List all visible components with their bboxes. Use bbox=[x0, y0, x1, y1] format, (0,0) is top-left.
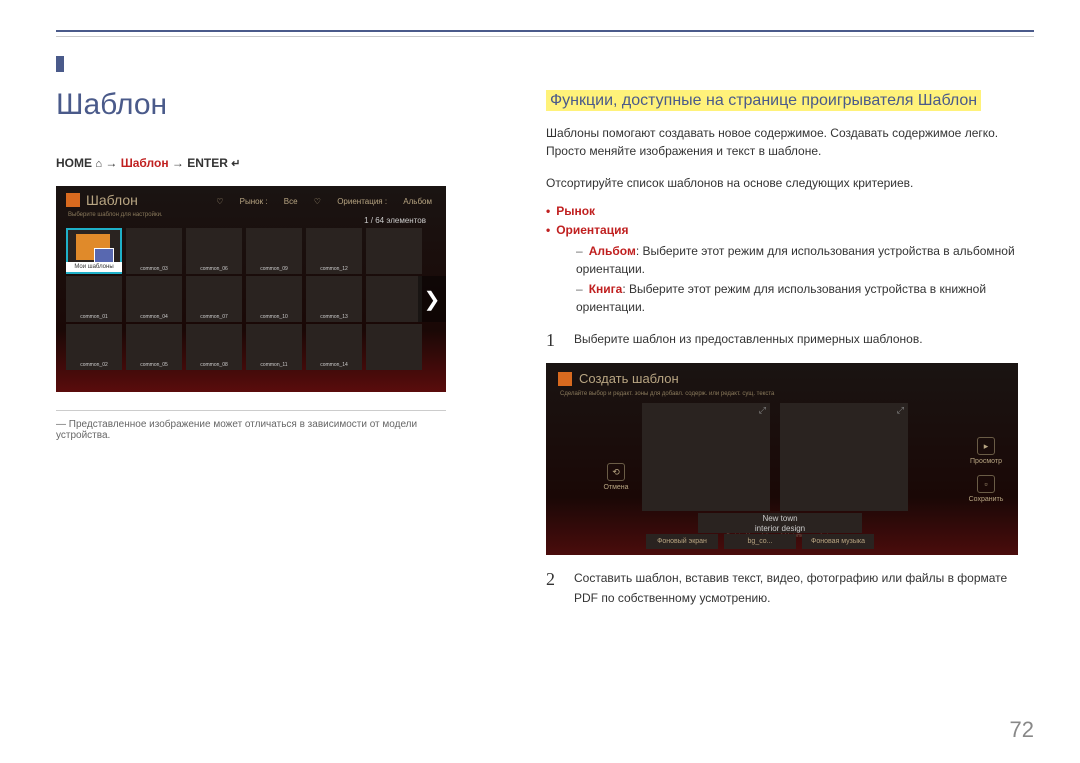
cancel-button[interactable]: ⟲ Отмена bbox=[596, 463, 636, 491]
bottom-tabs: Фоновый экран bg_co... Фоновая музыка bbox=[646, 534, 874, 549]
text-content-box[interactable]: New town interior design bbox=[698, 513, 862, 533]
template-tile[interactable]: common_02 bbox=[66, 324, 122, 370]
template-tile[interactable] bbox=[366, 228, 422, 274]
template-tile[interactable]: common_07 bbox=[186, 276, 242, 322]
template-tile[interactable]: common_01 bbox=[66, 276, 122, 322]
template-tile[interactable]: common_10 bbox=[246, 276, 302, 322]
tab-bg-co[interactable]: bg_co... bbox=[724, 534, 796, 549]
divider bbox=[56, 410, 446, 411]
template-tile[interactable]: common_08 bbox=[186, 324, 242, 370]
cancel-icon: ⟲ bbox=[607, 463, 625, 481]
enter-icon: ↵ bbox=[231, 157, 240, 170]
template-icon bbox=[558, 372, 572, 386]
save-button[interactable]: ▫ Сохранить bbox=[966, 475, 1006, 503]
play-icon: ▸ bbox=[977, 437, 995, 455]
step-number-1: 1 bbox=[546, 330, 560, 351]
section-title: Шаблон bbox=[56, 88, 446, 122]
ss1-title: Шаблон bbox=[86, 192, 138, 208]
content-panel[interactable] bbox=[642, 403, 770, 511]
breadcrumb-enter: ENTER bbox=[187, 156, 228, 170]
step-text-2: Составить шаблон, вставив текст, видео, … bbox=[574, 569, 1018, 607]
sub-bullet-album: ‒Альбом: Выберите этот режим для использ… bbox=[576, 242, 1018, 278]
ss1-subtitle: Выберите шаблон для настройки. bbox=[68, 212, 163, 218]
top-border bbox=[56, 30, 1034, 32]
ss2-subtitle: Сделайте выбор и редакт. зоны для добавл… bbox=[560, 391, 774, 397]
template-tile[interactable]: common_05 bbox=[126, 324, 182, 370]
bullet-market: Рынок bbox=[556, 204, 595, 218]
template-tile[interactable]: common_14 bbox=[306, 324, 362, 370]
template-tile[interactable]: common_13 bbox=[306, 276, 362, 322]
template-tile[interactable]: common_06 bbox=[186, 228, 242, 274]
template-tile[interactable]: common_12 bbox=[306, 228, 362, 274]
template-icon bbox=[66, 193, 80, 207]
ss1-filters: ♡ Рынок : Все ♡ Ориентация : Альбом bbox=[202, 197, 432, 206]
template-tile[interactable] bbox=[366, 324, 422, 370]
right-column: Функции, доступные на странице проигрыва… bbox=[546, 92, 1018, 620]
template-grid: Мои шаблоны common_03 common_06 common_0… bbox=[66, 228, 422, 370]
preview-button[interactable]: ▸ Просмотр bbox=[966, 437, 1006, 465]
ss1-counter: 1 / 64 элементов bbox=[364, 216, 426, 225]
step-number-2: 2 bbox=[546, 569, 560, 607]
save-icon: ▫ bbox=[977, 475, 995, 493]
breadcrumb-item: Шаблон bbox=[121, 156, 169, 170]
scroll-right-button[interactable]: ❯ bbox=[418, 276, 446, 322]
chapter-marker bbox=[56, 56, 64, 72]
ss2-title: Создать шаблон bbox=[579, 371, 679, 386]
content-panel[interactable] bbox=[780, 403, 908, 511]
template-tile[interactable]: common_09 bbox=[246, 228, 302, 274]
criteria-list: •Рынок •Ориентация ‒Альбом: Выберите это… bbox=[546, 202, 1018, 316]
tab-bg-music[interactable]: Фоновая музыка bbox=[802, 534, 874, 549]
top-line bbox=[56, 36, 1034, 37]
sub-bullet-book: ‒Книга: Выберите этот режим для использо… bbox=[576, 280, 1018, 316]
template-grid-screenshot: Шаблон Выберите шаблон для настройки. ♡ … bbox=[56, 186, 446, 392]
left-column: Шаблон HOME ⌂ → Шаблон → ENTER ↵ Шаблон … bbox=[56, 88, 446, 441]
template-tile[interactable]: common_03 bbox=[126, 228, 182, 274]
folder-icon bbox=[76, 234, 110, 260]
subsection-title: Функции, доступные на странице проигрыва… bbox=[546, 90, 981, 111]
intro-text: Шаблоны помогают создавать новое содержи… bbox=[546, 124, 1018, 160]
breadcrumb: HOME ⌂ → Шаблон → ENTER ↵ bbox=[56, 156, 446, 170]
step-text-1: Выберите шаблон из предоставленных приме… bbox=[574, 330, 1018, 351]
page-number: 72 bbox=[1010, 717, 1034, 743]
disclaimer: ― Представленное изображение может отлич… bbox=[56, 419, 446, 441]
tab-bg-screen[interactable]: Фоновый экран bbox=[646, 534, 718, 549]
template-tile[interactable] bbox=[366, 276, 422, 322]
sort-intro: Отсортируйте список шаблонов на основе с… bbox=[546, 174, 1018, 192]
template-tile[interactable]: common_04 bbox=[126, 276, 182, 322]
tile-my-templates[interactable]: Мои шаблоны bbox=[66, 228, 122, 274]
breadcrumb-home: HOME bbox=[56, 156, 92, 170]
create-template-screenshot: Создать шаблон Сделайте выбор и редакт. … bbox=[546, 363, 1018, 555]
numbered-steps: 1 Выберите шаблон из предоставленных при… bbox=[546, 330, 1018, 607]
home-icon: ⌂ bbox=[95, 158, 102, 170]
bullet-orientation: Ориентация bbox=[556, 223, 628, 237]
template-tile[interactable]: common_11 bbox=[246, 324, 302, 370]
